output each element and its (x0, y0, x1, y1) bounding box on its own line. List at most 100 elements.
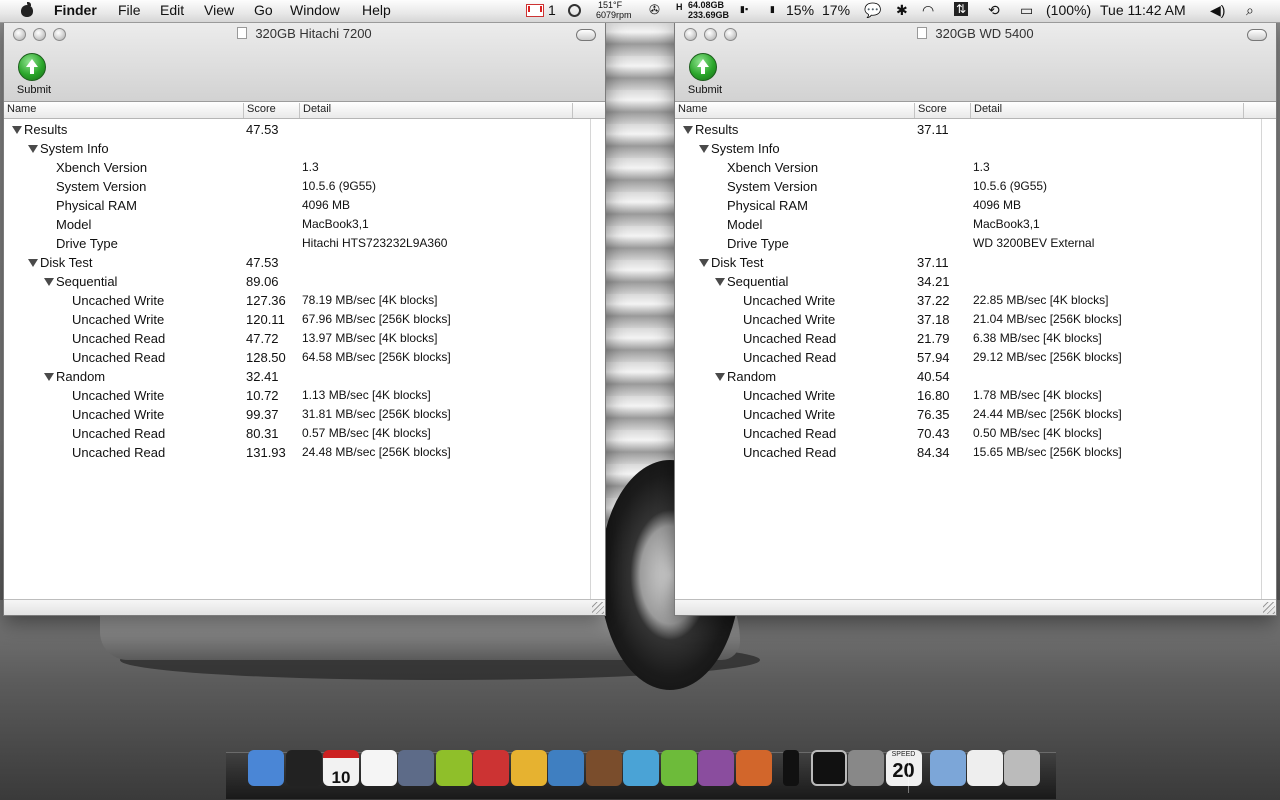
outline-row[interactable]: Uncached Write 120.11 67.96 MB/sec [256K b… (4, 310, 605, 329)
column-header-detail[interactable]: Detail (971, 103, 1244, 118)
volume-icon[interactable]: ◀) (1210, 2, 1225, 19)
apple-menu-icon[interactable] (20, 2, 34, 18)
outline-row[interactable]: Uncached Read 80.31 0.57 MB/sec [4K blocks… (4, 424, 605, 443)
cpu-meter-icon[interactable]: ▮ (770, 4, 775, 15)
system-preferences-icon[interactable] (848, 750, 884, 786)
menu-file[interactable]: File (118, 2, 141, 18)
disclosure-triangle-icon[interactable] (699, 259, 709, 267)
menu-go[interactable]: Go (254, 2, 273, 18)
iphone-icon[interactable] (783, 750, 799, 786)
outline-row[interactable]: Physical RAM 4096 MB (4, 196, 605, 215)
photo-editor-icon[interactable] (735, 750, 772, 786)
calendar-icon[interactable]: 10 (323, 750, 359, 787)
outline-row[interactable]: Uncached Write 37.22 22.85 MB/sec [4K bloc… (675, 291, 1276, 310)
documents-icon[interactable] (967, 750, 1003, 786)
menubar-clock[interactable]: Tue 11:42 AM (1100, 2, 1186, 18)
disclosure-triangle-icon[interactable] (683, 126, 693, 134)
twitter-icon[interactable] (660, 750, 697, 786)
folder-icon[interactable] (930, 750, 966, 786)
spotlight-icon[interactable]: ⌕ (1246, 2, 1254, 19)
toolbar-toggle-button[interactable] (1247, 29, 1267, 41)
airport-utility-icon[interactable]: ⇅ (954, 2, 969, 16)
menu-app-name[interactable]: Finder (54, 2, 97, 18)
column-header-name[interactable]: Name (4, 103, 244, 118)
iphoto-icon[interactable] (548, 750, 584, 786)
chat-icon[interactable]: 💬 (864, 2, 881, 19)
cocktail-icon[interactable] (510, 750, 547, 786)
menu-view[interactable]: View (204, 2, 234, 18)
outline-row[interactable]: Disk Test 47.53 (4, 253, 605, 272)
system-utility-icon[interactable] (473, 750, 509, 786)
outline-row[interactable]: System Info (4, 139, 605, 158)
gmail-icon[interactable] (360, 750, 397, 786)
outline-row[interactable]: Xbench Version 1.3 (675, 158, 1276, 177)
column-header-detail[interactable]: Detail (300, 103, 573, 118)
outline-row[interactable]: System Version 10.5.6 (9G55) (675, 177, 1276, 196)
disclosure-triangle-icon[interactable] (44, 278, 54, 286)
camera-icon[interactable] (285, 750, 322, 786)
disclosure-triangle-icon[interactable] (715, 278, 725, 286)
parallels-icon[interactable] (698, 750, 734, 786)
outline-row[interactable]: Random 40.54 (675, 367, 1276, 386)
dashboard-icon[interactable] (435, 750, 472, 786)
outline-row[interactable]: Results 37.11 (675, 120, 1276, 139)
vertical-scroll-track[interactable] (1261, 119, 1276, 603)
submit-button[interactable]: Submit (683, 53, 727, 97)
outline-row[interactable]: System Version 10.5.6 (9G55) (4, 177, 605, 196)
outline-row[interactable]: Sequential 34.21 (675, 272, 1276, 291)
speed-icon[interactable]: SPEED 20 (885, 750, 922, 786)
outline-row[interactable]: Uncached Write 10.72 1.13 MB/sec [4K block… (4, 386, 605, 405)
disclosure-triangle-icon[interactable] (28, 145, 38, 153)
outline-row[interactable]: Model MacBook3,1 (4, 215, 605, 234)
outline-row[interactable]: Random 32.41 (4, 367, 605, 386)
outline-row[interactable]: Uncached Write 16.80 1.78 MB/sec [4K block… (675, 386, 1276, 405)
menu-help[interactable]: Help (362, 2, 391, 18)
toolbar-toggle-button[interactable] (576, 29, 596, 41)
horizontal-scrollbar[interactable] (675, 599, 1276, 615)
outline-row[interactable]: Uncached Read 21.79 6.38 MB/sec [4K blocks… (675, 329, 1276, 348)
disclosure-triangle-icon[interactable] (12, 126, 22, 134)
outline-row[interactable]: Drive Type WD 3200BEV External (675, 234, 1276, 253)
outline-row[interactable]: Uncached Read 131.93 24.48 MB/sec [256K bl… (4, 443, 605, 462)
outline-row[interactable]: Uncached Read 84.34 15.65 MB/sec [256K blo… (675, 443, 1276, 462)
outline-row[interactable]: Uncached Write 127.36 78.19 MB/sec [4K blo… (4, 291, 605, 310)
horizontal-scrollbar[interactable] (4, 599, 605, 615)
outline-row[interactable]: Uncached Write 37.18 21.04 MB/sec [256K bl… (675, 310, 1276, 329)
itunes-icon[interactable] (398, 750, 434, 786)
outline-row[interactable]: Physical RAM 4096 MB (675, 196, 1276, 215)
time-machine-icon[interactable]: ⟲ (988, 2, 1000, 19)
wordpress-icon[interactable] (623, 750, 659, 786)
outline-row[interactable]: Xbench Version 1.3 (4, 158, 605, 177)
outline-row[interactable]: System Info (675, 139, 1276, 158)
outline-row[interactable]: Model MacBook3,1 (675, 215, 1276, 234)
window-titlebar[interactable]: 320GB Hitachi 7200 Submit (4, 23, 605, 102)
outline-row[interactable]: Uncached Write 76.35 24.44 MB/sec [256K bl… (675, 405, 1276, 424)
garageband-icon[interactable] (585, 750, 622, 786)
terminal-icon[interactable] (810, 750, 847, 786)
outline-row[interactable]: Uncached Read 128.50 64.58 MB/sec [256K bl… (4, 348, 605, 367)
disclosure-triangle-icon[interactable] (699, 145, 709, 153)
outline-row[interactable]: Drive Type Hitachi HTS723232L9A360 (4, 234, 605, 253)
outline-row[interactable]: Uncached Read 47.72 13.97 MB/sec [4K block… (4, 329, 605, 348)
disclosure-triangle-icon[interactable] (715, 373, 725, 381)
trash-icon[interactable] (1004, 750, 1040, 786)
sync-status-icon[interactable] (568, 4, 581, 17)
menu-window[interactable]: Window (290, 2, 340, 18)
outline-row[interactable]: Uncached Write 99.37 31.81 MB/sec [256K bl… (4, 405, 605, 424)
battery-icon[interactable]: ▭ (1020, 2, 1033, 19)
memory-meter-icon[interactable]: ▮▪ (740, 4, 748, 15)
outline-row[interactable]: Results 47.53 (4, 120, 605, 139)
window-titlebar[interactable]: 320GB WD 5400 Submit (675, 23, 1276, 102)
column-header-score[interactable]: Score (244, 103, 300, 118)
bluetooth-icon[interactable]: ✱ (896, 2, 908, 19)
finder-icon[interactable] (248, 750, 284, 786)
outline-row[interactable]: Uncached Read 57.94 29.12 MB/sec [256K blo… (675, 348, 1276, 367)
resize-handle[interactable] (1263, 602, 1275, 614)
submit-button[interactable]: Submit (12, 53, 56, 97)
column-header-score[interactable]: Score (915, 103, 971, 118)
vertical-scroll-track[interactable] (590, 119, 605, 603)
outline-row[interactable]: Sequential 89.06 (4, 272, 605, 291)
disclosure-triangle-icon[interactable] (44, 373, 54, 381)
wrench-icon[interactable]: ✇ (649, 2, 660, 18)
column-header-name[interactable]: Name (675, 103, 915, 118)
